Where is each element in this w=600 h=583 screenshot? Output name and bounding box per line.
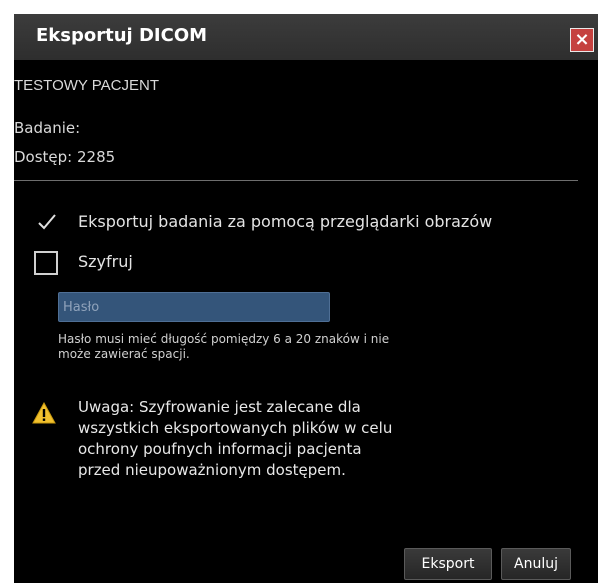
password-input[interactable] — [58, 292, 330, 322]
access-number: Dostęp: 2285 — [14, 148, 116, 166]
warning-line: przed nieupoważnionym dostępem. — [78, 461, 346, 479]
patient-name: TESTOWY PACJENT — [14, 77, 160, 94]
cancel-button[interactable]: Anuluj — [501, 548, 571, 580]
export-button[interactable]: Eksport — [404, 548, 492, 580]
encrypt-label[interactable]: Szyfruj — [78, 252, 133, 271]
password-hint-line: może zawierać spacji. — [58, 347, 190, 361]
dialog-titlebar[interactable]: Eksportuj DICOM × — [14, 14, 598, 60]
divider — [14, 180, 578, 181]
password-hint-line: Hasło musi mieć długość pomiędzy 6 a 20 … — [58, 332, 390, 346]
encrypt-checkbox[interactable] — [34, 251, 58, 275]
warning-icon — [32, 402, 56, 424]
export-dicom-dialog: Eksportuj DICOM × TESTOWY PACJENT Badani… — [14, 14, 598, 583]
warning-line: Uwaga: Szyfrowanie jest zalecane dla — [78, 398, 361, 416]
dialog-title: Eksportuj DICOM — [36, 25, 208, 46]
study-label: Badanie: — [14, 119, 81, 137]
warning-line: wszystkich eksportowanych plików w celu — [78, 419, 393, 437]
check-icon[interactable] — [38, 214, 56, 230]
close-icon: × — [574, 29, 590, 50]
close-button[interactable]: × — [570, 28, 594, 52]
warning-line: ochrony poufnych informacji pacjenta — [78, 440, 362, 458]
export-with-viewer-label[interactable]: Eksportuj badania za pomocą przeglądarki… — [78, 212, 492, 231]
password-hint: Hasło musi mieć długość pomiędzy 6 a 20 … — [58, 332, 389, 362]
encryption-warning: Uwaga: Szyfrowanie jest zalecane dla wsz… — [78, 397, 392, 481]
